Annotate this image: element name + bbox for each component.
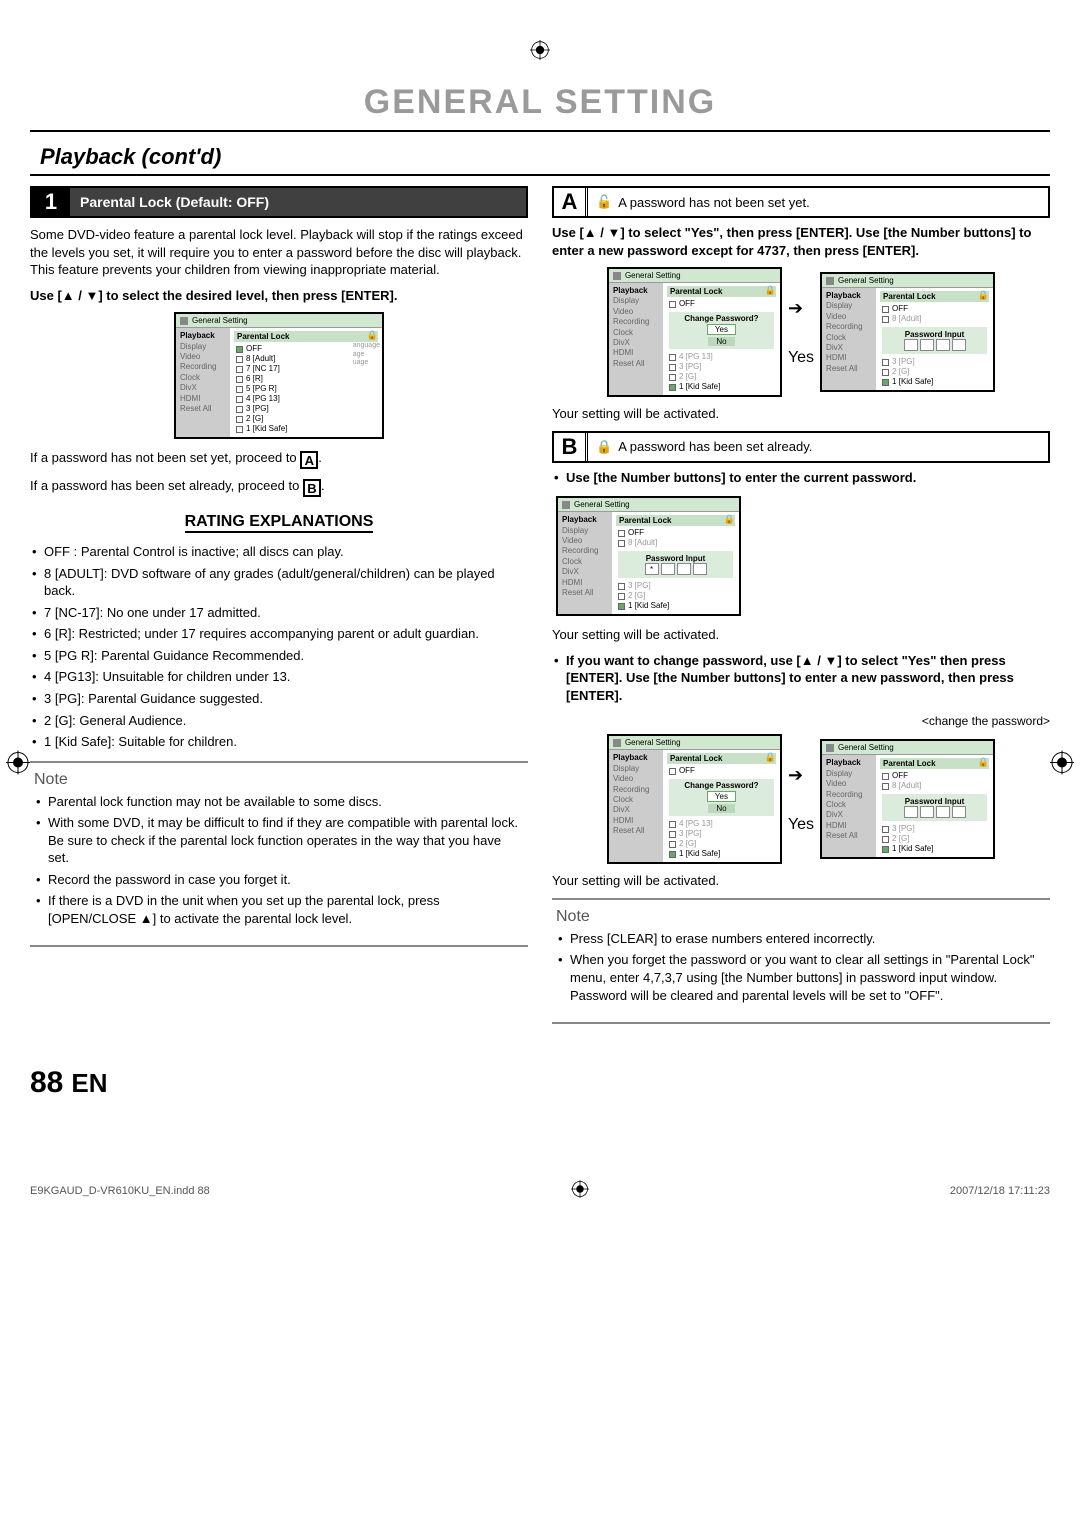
- osd-change-password-dialog-2: General Setting PlaybackDisplayVideoReco…: [607, 734, 782, 864]
- section-rule: [30, 174, 1050, 176]
- footer-file: E9KGAUD_D-VR610KU_EN.indd 88: [30, 1185, 210, 1197]
- osd-password-input-new: General Setting PlaybackDisplayVideoReco…: [820, 739, 995, 859]
- step-title: Parental Lock (Default: OFF): [70, 188, 526, 216]
- yes-label: Yes: [788, 816, 814, 834]
- arrow-right-icon: ➔: [788, 765, 814, 786]
- step-1-header: 1 Parental Lock (Default: OFF): [30, 186, 528, 218]
- box-b-header: B 🔒 A password has been set already.: [552, 431, 1050, 463]
- left-column: 1 Parental Lock (Default: OFF) Some DVD-…: [30, 186, 528, 1036]
- step-number: 1: [32, 188, 70, 216]
- registration-mark-right: [1050, 751, 1074, 778]
- lock-icon: 🔒: [596, 439, 612, 455]
- note-heading: Note: [34, 771, 524, 789]
- box-a-letter: A: [554, 188, 588, 216]
- right-column: A 🔓 A password has not been set yet. Use…: [552, 186, 1050, 1036]
- lock-icon: 🔒: [978, 290, 989, 301]
- note-heading: Note: [556, 908, 1046, 926]
- note-block-left: Note Parental lock function may not be a…: [30, 761, 528, 948]
- lock-icon: 🔒: [724, 514, 735, 525]
- box-b-letter: B: [554, 433, 588, 461]
- lock-icon: 🔒: [367, 330, 378, 341]
- title-rule: [30, 130, 1050, 132]
- yes-label: Yes: [788, 349, 814, 367]
- osd-change-password-dialog: General Setting PlaybackDisplayVideoReco…: [607, 267, 782, 397]
- box-a-header: A 🔓 A password has not been set yet.: [552, 186, 1050, 218]
- proceed-a-text: If a password has not been set yet, proc…: [30, 449, 528, 469]
- ref-box-b: B: [303, 479, 321, 497]
- ref-box-a: A: [300, 451, 318, 469]
- registration-mark-top: [30, 40, 1050, 63]
- proceed-b-text: If a password has been set already, proc…: [30, 477, 528, 497]
- osd-password-input-current: General Setting PlaybackDisplayVideoReco…: [556, 496, 741, 616]
- rating-explanations-heading: RATING EXPLANATIONS: [185, 513, 374, 533]
- registration-mark-bottom: [571, 1180, 589, 1201]
- lock-icon: 🔒: [765, 752, 776, 763]
- footer-date: 2007/12/18 17:11:23: [950, 1185, 1050, 1197]
- registration-mark-left: [6, 751, 30, 778]
- box-a-instruction: Use [▲ / ▼] to select "Yes", then press …: [552, 224, 1050, 259]
- osd-parental-lock-menu: General Setting Playback Display Video R…: [174, 312, 384, 439]
- box-a-text: A password has not been set yet.: [618, 195, 810, 210]
- lock-icon: 🔒: [765, 285, 776, 296]
- lock-icon: 🔒: [978, 757, 989, 768]
- rating-explanations-list: OFF : Parental Control is inactive; all …: [30, 543, 528, 750]
- note-block-right: Note Press [CLEAR] to erase numbers ente…: [552, 898, 1050, 1024]
- box-a-result: Your setting will be activated.: [552, 405, 1050, 423]
- section-title: Playback (cont'd): [30, 144, 1050, 170]
- arrow-right-icon: ➔: [788, 298, 814, 319]
- page-number: 88 EN: [30, 1066, 1050, 1100]
- box-b-text: A password has been set already.: [618, 439, 812, 454]
- osd-password-input: General Setting PlaybackDisplayVideoReco…: [820, 272, 995, 392]
- print-footer: E9KGAUD_D-VR610KU_EN.indd 88 2007/12/18 …: [30, 1180, 1050, 1201]
- instruction-select-level: Use [▲ / ▼] to select the desired level,…: [30, 287, 528, 305]
- box-b-result-1: Your setting will be activated.: [552, 626, 1050, 644]
- box-b-instruction-1: Use [the Number buttons] to enter the cu…: [552, 469, 1050, 487]
- unlock-icon: 🔓: [596, 194, 612, 210]
- page-title: GENERAL SETTING: [30, 83, 1050, 122]
- box-b-result-2: Your setting will be activated.: [552, 872, 1050, 890]
- intro-text: Some DVD-video feature a parental lock l…: [30, 226, 528, 279]
- change-password-caption: <change the password>: [552, 714, 1050, 728]
- box-b-instruction-2: If you want to change password, use [▲ /…: [552, 652, 1050, 705]
